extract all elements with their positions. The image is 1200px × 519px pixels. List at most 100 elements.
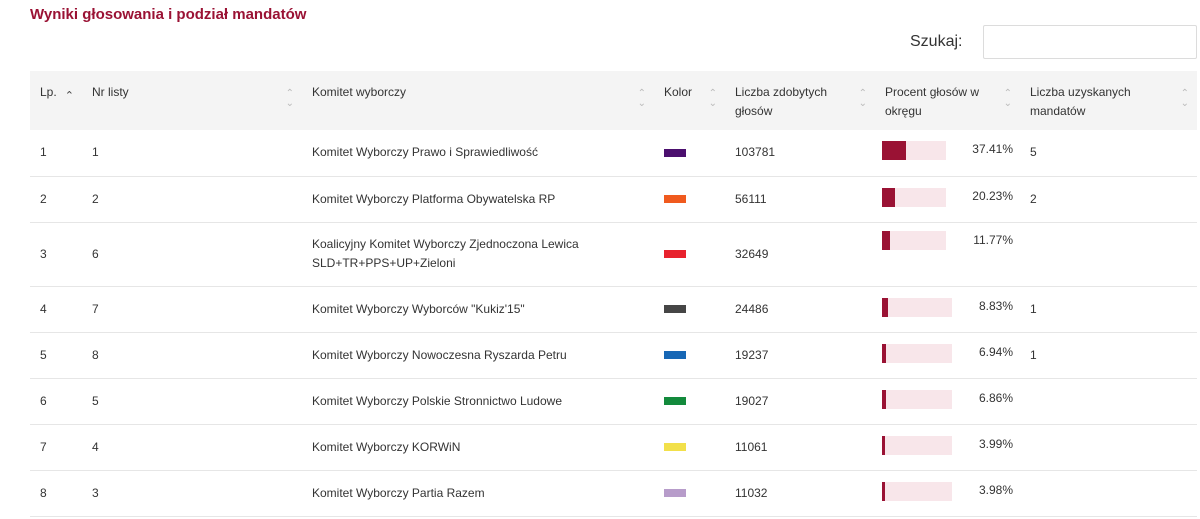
cell-lp: 2 xyxy=(40,191,47,206)
percent-value: 6.86% xyxy=(978,390,1013,405)
cell-seats xyxy=(1020,470,1197,516)
cell-committee: Komitet Wyborczy Partia Razem xyxy=(312,485,485,500)
percent-value: 37.41% xyxy=(972,142,1013,156)
page-title: Wyniki głosowania i podział mandatów xyxy=(30,6,307,23)
sort-both-icon: ⌃ ⌄ xyxy=(858,88,867,109)
cell-percent: 20.23% xyxy=(875,176,1020,222)
percent-bar-track xyxy=(882,389,952,409)
cell-color xyxy=(654,332,725,378)
cell-lp: 5 xyxy=(40,347,47,362)
percent-bar-fill xyxy=(882,141,906,160)
column-header-color[interactable]: Kolor ⌃ ⌄ xyxy=(654,71,725,130)
cell-votes: 32649 xyxy=(735,246,769,261)
percent-value: 20.23% xyxy=(972,188,1013,203)
percent-bar-fill xyxy=(882,297,888,317)
cell-color xyxy=(654,424,725,470)
cell-seats: 2 xyxy=(1030,191,1037,206)
percent-bar-fill xyxy=(882,435,885,455)
color-swatch xyxy=(664,250,686,259)
color-swatch xyxy=(664,195,686,204)
cell-list-number: 3 xyxy=(92,485,99,500)
cell-committee: Komitet Wyborczy Platforma Obywatelska R… xyxy=(312,191,556,206)
table-row: 1 1 Komitet Wyborczy Prawo i Sprawiedliwoś… xyxy=(30,130,1197,176)
sort-both-icon: ⌃ ⌄ xyxy=(708,88,717,109)
cell-committee: Komitet Wyborczy Polskie Stronnictwo Lud… xyxy=(312,393,562,408)
table-row: 7 4 Komitet Wyborczy KORWiN 11061 3.99% xyxy=(30,424,1197,470)
cell-list-number: 5 xyxy=(92,393,99,408)
cell-lp: 7 xyxy=(40,439,47,454)
table-row: 5 8 Komitet Wyborczy Nowoczesna Ryszarda P… xyxy=(30,332,1197,378)
cell-color xyxy=(654,286,725,332)
cell-percent: 37.41% xyxy=(875,130,1020,176)
column-header-votes[interactable]: Liczba zdobytych głosów ⌃ ⌄ xyxy=(725,71,875,130)
cell-votes: 11032 xyxy=(735,485,768,500)
cell-color xyxy=(654,222,725,286)
percent-bar-track xyxy=(882,141,946,160)
cell-committee: Komitet Wyborczy Wyborców "Kukiz'15" xyxy=(312,301,525,316)
column-header-percent[interactable]: Procent głosów w okręgu ⌃ ⌄ xyxy=(875,71,1020,130)
results-table: Lp. ⌃ Nr listy ⌃ ⌄ Komitet wyborczy ⌃ ⌄ Kolor… xyxy=(30,71,1197,517)
cell-votes: 56111 xyxy=(735,191,767,206)
percent-bar-track xyxy=(882,481,952,501)
percent-bar-track xyxy=(882,187,946,207)
cell-list-number: 7 xyxy=(92,301,99,316)
percent-bar-track xyxy=(882,230,946,250)
column-header-committee[interactable]: Komitet wyborczy ⌃ ⌄ xyxy=(302,71,654,130)
column-header-lp[interactable]: Lp. ⌃ xyxy=(30,71,82,130)
percent-bar-fill xyxy=(882,230,890,250)
cell-lp: 3 xyxy=(40,246,47,261)
percent-bar-fill xyxy=(882,481,885,501)
color-swatch xyxy=(664,351,686,360)
table-header-row: Lp. ⌃ Nr listy ⌃ ⌄ Komitet wyborczy ⌃ ⌄ Kolor… xyxy=(30,71,1197,130)
cell-percent: 6.86% xyxy=(875,378,1020,424)
table-row: 6 5 Komitet Wyborczy Polskie Stronnictwo L… xyxy=(30,378,1197,424)
percent-value: 6.94% xyxy=(978,344,1013,359)
color-swatch xyxy=(664,443,686,452)
cell-votes: 24486 xyxy=(735,301,769,316)
cell-list-number: 8 xyxy=(92,347,99,362)
cell-color xyxy=(654,130,725,176)
search-input[interactable] xyxy=(983,25,1198,59)
search-bar: Szukaj: xyxy=(910,25,1198,59)
percent-value: 8.83% xyxy=(978,298,1013,313)
search-label: Szukaj: xyxy=(910,33,963,50)
cell-percent: 3.99% xyxy=(875,424,1020,470)
results-table-body: 1 1 Komitet Wyborczy Prawo i Sprawiedliwoś… xyxy=(30,130,1197,516)
column-header-list-number[interactable]: Nr listy ⌃ ⌄ xyxy=(82,71,302,130)
sort-both-icon: ⌃ ⌄ xyxy=(285,88,294,109)
cell-percent: 8.83% xyxy=(875,286,1020,332)
table-row: 3 6 Koalicyjny Komitet Wyborczy Zjednoczon… xyxy=(30,222,1197,286)
percent-bar-track xyxy=(882,343,952,363)
cell-seats: 1 xyxy=(1030,301,1037,316)
cell-color xyxy=(654,378,725,424)
cell-votes: 11061 xyxy=(735,439,768,454)
sort-ascending-icon: ⌃ xyxy=(64,90,74,102)
cell-seats: 5 xyxy=(1030,145,1037,160)
cell-lp: 4 xyxy=(40,301,47,316)
percent-value: 3.99% xyxy=(978,436,1013,451)
column-header-seats[interactable]: Liczba uzyskanych mandatów ⌃ ⌄ xyxy=(1020,71,1197,130)
cell-seats xyxy=(1020,424,1197,470)
cell-committee: Komitet Wyborczy Nowoczesna Ryszarda Pet… xyxy=(312,347,567,362)
cell-lp: 6 xyxy=(40,393,47,408)
percent-bar-track xyxy=(882,435,952,455)
table-row: 4 7 Komitet Wyborczy Wyborców "Kukiz'15" 24… xyxy=(30,286,1197,332)
cell-lp: 8 xyxy=(40,485,47,500)
cell-percent: 3.98% xyxy=(875,470,1020,516)
color-swatch xyxy=(664,149,686,158)
cell-votes: 19237 xyxy=(735,347,769,362)
cell-color xyxy=(654,176,725,222)
sort-both-icon: ⌃ ⌄ xyxy=(637,88,646,109)
sort-both-icon: ⌃ ⌄ xyxy=(1180,88,1189,109)
cell-color xyxy=(654,470,725,516)
cell-lp: 1 xyxy=(40,145,47,160)
percent-value: 3.98% xyxy=(978,482,1013,497)
cell-seats: 1 xyxy=(1030,347,1037,362)
cell-list-number: 4 xyxy=(92,439,99,454)
cell-committee: Komitet Wyborczy Prawo i Sprawiedliwość xyxy=(312,145,538,160)
cell-percent: 11.77% xyxy=(875,222,1020,286)
percent-bar-track xyxy=(882,297,952,317)
percent-bar-fill xyxy=(882,343,886,363)
cell-list-number: 2 xyxy=(92,191,99,206)
cell-list-number: 6 xyxy=(92,246,99,261)
